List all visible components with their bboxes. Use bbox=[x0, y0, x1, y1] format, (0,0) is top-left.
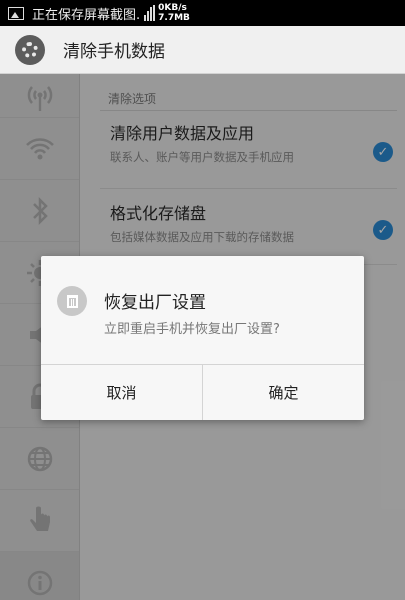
action-bar: 清除手机数据 bbox=[0, 26, 405, 74]
status-text: 正在保存屏幕截图. bbox=[32, 7, 141, 23]
download-speed: 7.7MB bbox=[158, 13, 190, 23]
gear-icon[interactable] bbox=[15, 34, 45, 65]
upload-speed: 0KB/s bbox=[158, 3, 187, 13]
confirm-button[interactable]: 确定 bbox=[202, 365, 364, 420]
dialog-title: 恢复出厂设置 bbox=[104, 293, 206, 313]
network-speed: 0KB/s 7.7MB bbox=[158, 3, 190, 23]
dialog-button-bar: 取消 确定 bbox=[41, 364, 364, 420]
page-title: 清除手机数据 bbox=[63, 42, 165, 62]
status-bar: 正在保存屏幕截图. 0KB/s 7.7MB bbox=[0, 0, 405, 26]
trash-icon bbox=[57, 286, 87, 316]
dialog-message: 立即重启手机并恢复出厂设置? bbox=[104, 322, 280, 337]
screenshot-icon bbox=[8, 6, 24, 20]
signal-icon bbox=[144, 5, 156, 21]
factory-reset-dialog: 恢复出厂设置 立即重启手机并恢复出厂设置? 取消 确定 bbox=[41, 256, 364, 420]
cancel-button[interactable]: 取消 bbox=[41, 365, 202, 420]
